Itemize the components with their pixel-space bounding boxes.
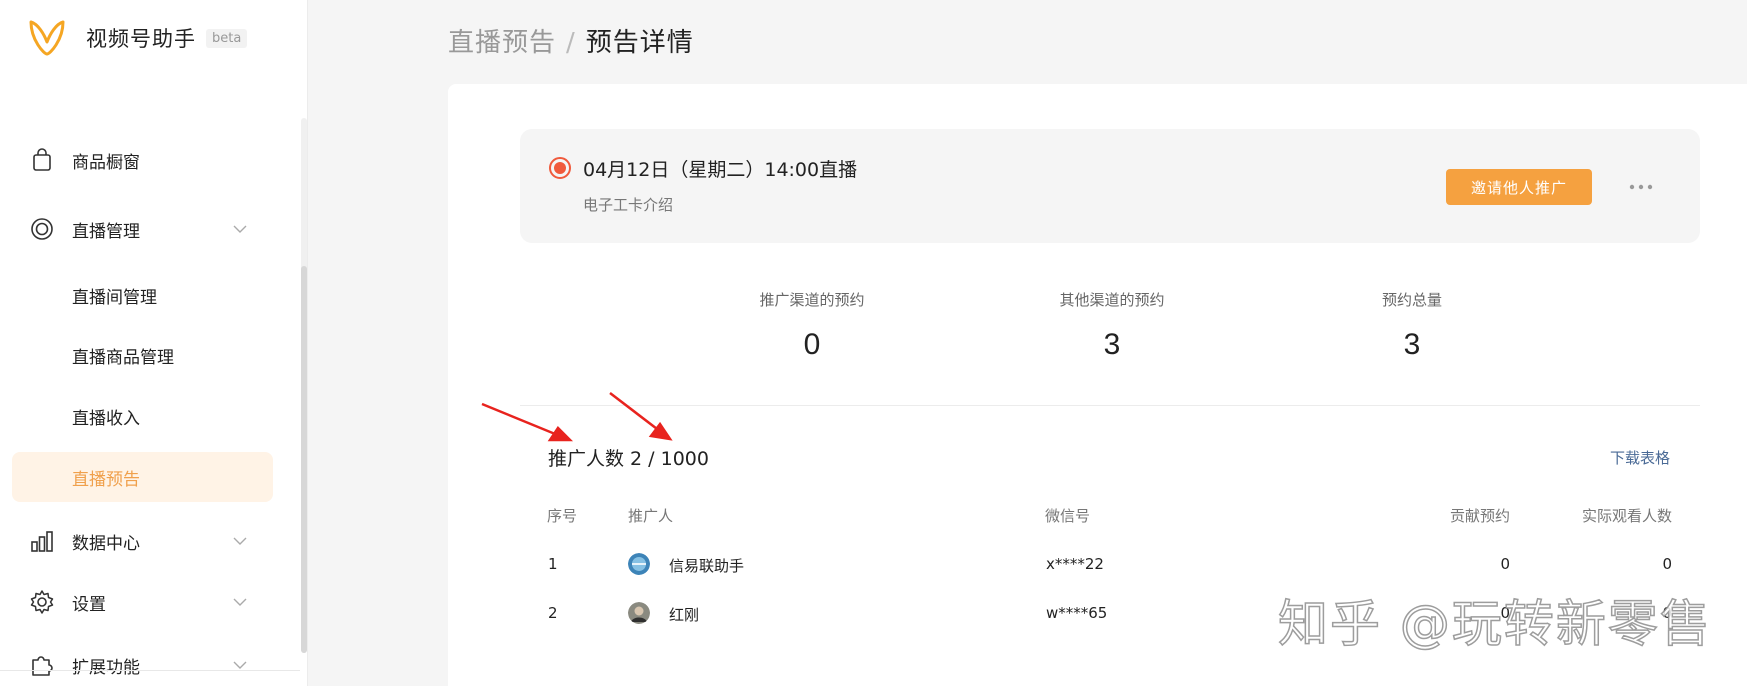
sidebar-item-label: 数据中心 [72,533,140,554]
row-index: 1 [548,555,558,573]
more-icon[interactable] [1628,179,1654,195]
watermark: 知乎 @玩转新零售 [1277,594,1712,654]
live-title: 04月12日（星期二）14:00直播 [583,159,858,181]
live-info-box: 04月12日（星期二）14:00直播 电子工卡介绍 邀请他人推广 [520,129,1700,243]
stat-value: 3 [1103,328,1121,361]
sidebar-item-settings[interactable]: 设置 [0,582,300,622]
breadcrumb-parent[interactable]: 直播预告 [448,28,556,58]
stat-label: 预约总量 [1381,291,1442,309]
wechat-id: w****65 [1046,604,1108,622]
viewer-count: 0 [1662,555,1672,573]
sidebar-item-label: 扩展功能 [72,657,140,678]
column-header-promoter: 推广人 [628,507,674,525]
sidebar-item-label: 设置 [72,594,106,615]
stat-other-channel: 其他渠道的预约 3 [1012,289,1212,362]
row-index: 2 [548,604,558,622]
invite-promote-button[interactable]: 邀请他人推广 [1446,169,1592,205]
promoter-count: 推广人数 2 / 1000 [548,448,709,470]
chevron-down-icon [233,537,247,545]
avatar [628,602,650,624]
sidebar-item-label: 直播预告 [72,469,140,490]
wechat-id: x****22 [1046,555,1104,573]
sidebar-item-data-center[interactable]: 数据中心 [0,521,300,561]
stat-label: 推广渠道的预约 [759,291,865,309]
section-divider [520,405,1700,406]
sidebar-item-live-products[interactable]: 直播商品管理 [12,330,273,380]
sidebar-scrollbar[interactable] [301,118,307,653]
stat-promo-channel: 推广渠道的预约 0 [712,289,912,362]
live-record-icon [549,157,571,179]
shopping-bag-icon [33,148,51,171]
brand[interactable]: 视频号助手 beta [26,18,248,58]
sidebar: 视频号助手 beta 商品橱窗 直播管理 直播间管理 直播商品管理 直播收入 直… [0,0,308,686]
sidebar-item-label: 直播商品管理 [72,347,174,368]
sidebar-item-label: 直播收入 [72,408,140,429]
stat-label: 其他渠道的预约 [1059,291,1165,309]
sidebar-item-live-management[interactable]: 直播管理 [0,209,300,249]
stat-total: 预约总量 3 [1312,289,1512,362]
sidebar-item-label: 直播间管理 [72,287,157,308]
logo-icon [29,20,65,56]
column-header-reservations: 贡献预约 [1449,507,1510,525]
bar-chart-icon [31,531,53,552]
reservation-count: 0 [1500,555,1510,573]
sidebar-item-label: 直播管理 [72,221,140,242]
sidebar-item-live-preview[interactable]: 直播预告 [12,452,273,502]
download-table-link[interactable]: 下载表格 [1610,447,1670,468]
breadcrumb-separator: / [566,28,576,58]
stat-value: 0 [803,328,821,361]
column-header-wechat: 微信号 [1045,507,1091,525]
sidebar-divider [0,670,300,671]
scrollbar-thumb[interactable] [301,266,307,653]
gear-icon [30,590,54,614]
chevron-down-icon [233,598,247,606]
live-subtitle: 电子工卡介绍 [583,196,674,214]
column-header-viewers: 实际观看人数 [1581,507,1672,525]
sidebar-item-live-room[interactable]: 直播间管理 [12,270,273,320]
brand-name: 视频号助手 [86,27,196,51]
breadcrumb-current: 预告详情 [585,28,694,58]
beta-badge: beta [206,28,248,48]
sidebar-item-product-window[interactable]: 商品橱窗 [0,140,300,180]
column-header-index: 序号 [547,507,578,525]
stat-value: 3 [1403,328,1421,361]
avatar [628,553,650,575]
puzzle-icon [32,656,53,676]
promoter-name: 红刚 [669,606,700,624]
breadcrumb: 直播预告 / 预告详情 [448,22,694,59]
promoter-name: 信易联助手 [669,557,745,575]
chevron-down-icon [233,225,247,233]
sidebar-item-live-income[interactable]: 直播收入 [12,391,273,441]
sidebar-item-extensions[interactable]: 扩展功能 [0,645,300,685]
live-circle-icon [31,218,53,240]
sidebar-item-label: 商品橱窗 [72,152,140,173]
